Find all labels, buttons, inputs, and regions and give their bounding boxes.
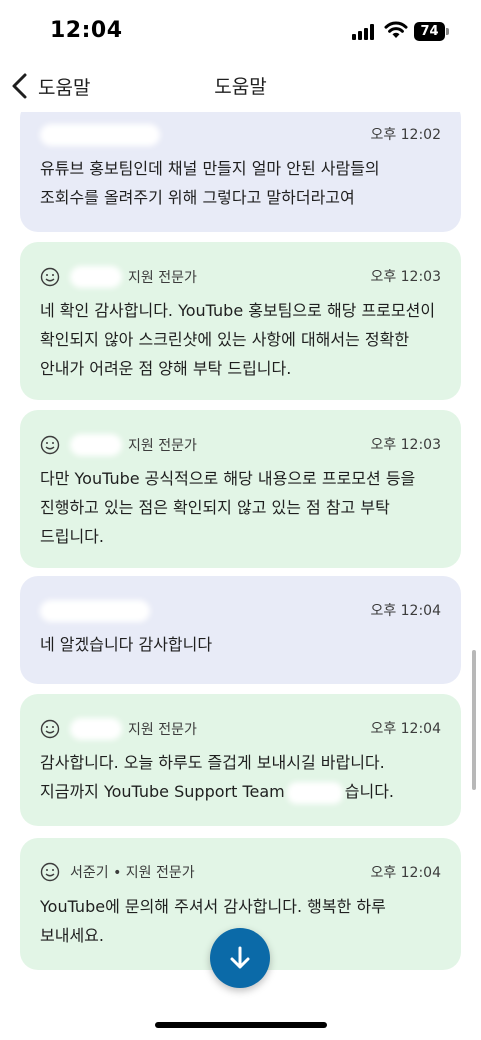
sender-name: 서준기 • 지원 전문가 <box>40 862 195 882</box>
sender-name <box>40 600 150 622</box>
message-text: 네 확인 감사합니다. YouTube 홍보팀으로 해당 프로모션이 확인되지 … <box>40 301 436 378</box>
smiley-icon <box>40 719 60 739</box>
message-text: 유튜브 홍보팀인데 채널 만들지 얼마 안된 사람들의 조회수를 올려주기 위해… <box>40 159 380 207</box>
battery-icon: 74 <box>414 22 450 41</box>
home-indicator[interactable] <box>155 1022 327 1028</box>
message-time: 오후 12:04 <box>370 603 441 619</box>
sender-name: 지원 전문가 <box>40 434 197 456</box>
agent-message: 지원 전문가 오후 12:03 네 확인 감사합니다. YouTube 홍보팀으… <box>20 242 461 400</box>
redacted-text <box>286 781 343 804</box>
scrollbar[interactable] <box>472 650 476 790</box>
message-time: 오후 12:03 <box>370 437 441 453</box>
message-time: 오후 12:04 <box>370 721 441 737</box>
sender-name <box>40 124 160 146</box>
page-title: 도움말 <box>214 76 267 98</box>
user-message: 오후 12:02 유튜브 홍보팀인데 채널 만들지 얼마 안된 사람들의 조회수… <box>20 112 461 232</box>
chat-list[interactable]: 오후 12:02 유튜브 홍보팀인데 채널 만들지 얼마 안된 사람들의 조회수… <box>0 112 481 992</box>
message-text: 네 알겠습니다 감사합니다 <box>40 635 213 654</box>
battery-level: 74 <box>414 22 445 41</box>
sender-role: 지원 전문가 <box>128 270 197 286</box>
smiley-icon <box>40 862 60 882</box>
status-time: 12:04 <box>50 18 123 43</box>
sender-role: 지원 전문가 <box>128 722 197 738</box>
message-time: 오후 12:02 <box>370 127 441 143</box>
message-time: 오후 12:04 <box>370 865 441 881</box>
smiley-icon <box>40 435 60 455</box>
scroll-down-button[interactable] <box>210 928 270 988</box>
arrow-down-icon <box>230 946 250 969</box>
sender-role: 지원 전문가 <box>128 438 197 454</box>
agent-message: 지원 전문가 오후 12:04 감사합니다. 오늘 하루도 즐겁게 보내시길 바… <box>20 694 461 826</box>
sender-role: 서준기 • 지원 전문가 <box>70 865 195 881</box>
user-message: 오후 12:04 네 알겠습니다 감사합니다 <box>20 576 461 684</box>
sender-name: 지원 전문가 <box>40 266 197 288</box>
message-text-part: 습니다. <box>344 782 394 801</box>
status-bar: 12:04 74 <box>0 0 481 62</box>
nav-bar: 도움말 도움말 <box>0 62 481 110</box>
cellular-signal-icon <box>352 24 376 40</box>
agent-message: 지원 전문가 오후 12:03 다만 YouTube 공식적으로 해당 내용으로… <box>20 410 461 568</box>
smiley-icon <box>40 267 60 287</box>
wifi-icon <box>384 21 408 38</box>
message-text: 감사합니다. 오늘 하루도 즐겁게 보내시길 바랍니다. 지금까지 YouTub… <box>40 748 441 806</box>
sender-name: 지원 전문가 <box>40 718 197 740</box>
message-text: 다만 YouTube 공식적으로 해당 내용으로 프로모션 등을 진행하고 있는… <box>40 469 416 546</box>
message-time: 오후 12:03 <box>370 269 441 285</box>
